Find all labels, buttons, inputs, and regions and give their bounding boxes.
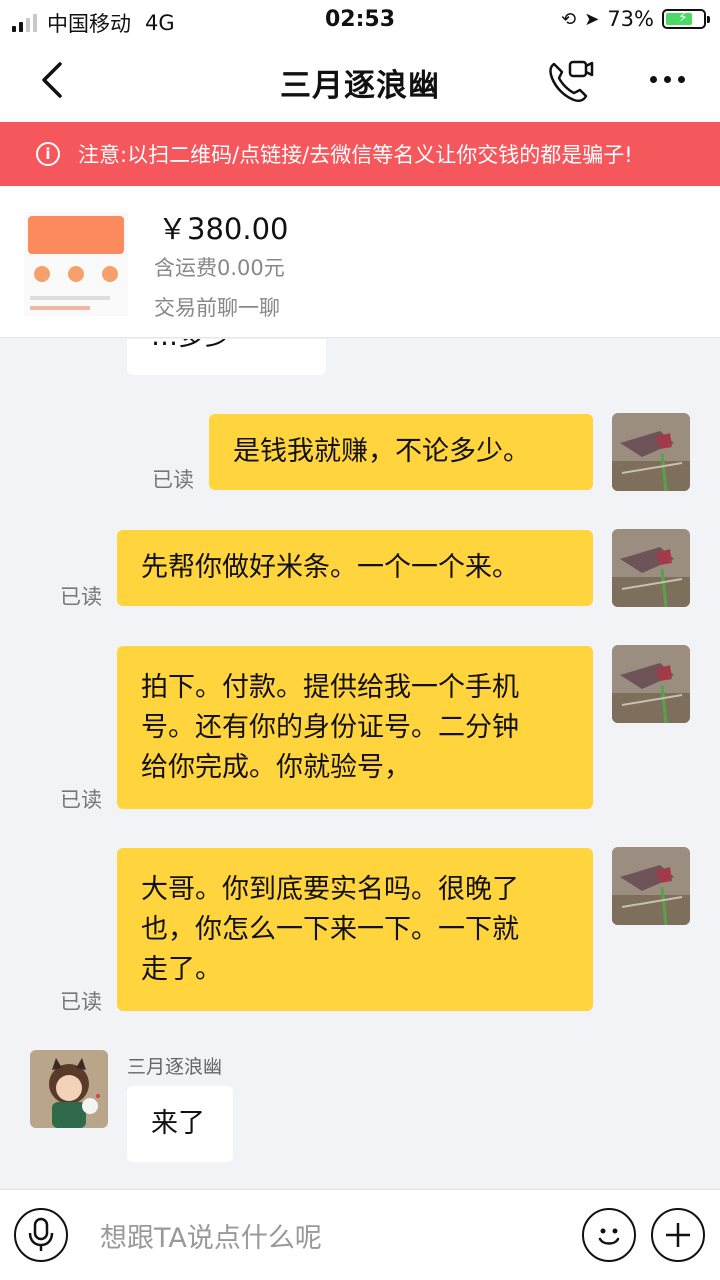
voice-button[interactable]: [14, 1208, 68, 1262]
read-status: 已读: [60, 585, 102, 609]
read-status: 已读: [152, 468, 194, 492]
battery-percent: 73%: [607, 7, 654, 31]
message-text: 来了: [151, 1108, 205, 1139]
product-card[interactable]: ￥380.00 含运费0.00元 交易前聊一聊: [0, 186, 720, 338]
chat-prompt: 交易前聊一聊: [154, 296, 280, 320]
message-bubble-outgoing[interactable]: 拍下。付款。提供给我一个手机 号。还有你的身份证号。二分钟 给你完成。你就验号，: [117, 646, 593, 809]
warning-text: 注意:以扫二维码/点链接/去微信等名义让你交钱的都是骗子!: [78, 143, 633, 167]
product-thumbnail[interactable]: [24, 212, 128, 316]
product-price: ￥380.00: [158, 212, 289, 246]
message-bubble-incoming[interactable]: 来了: [127, 1086, 233, 1162]
read-status: 已读: [60, 788, 102, 812]
shipping-fee: 含运费0.00元: [154, 256, 285, 280]
battery-icon: ⚡: [662, 9, 710, 29]
message-text: …多少: [151, 339, 232, 352]
my-avatar[interactable]: [612, 529, 690, 607]
microphone-icon: [28, 1217, 54, 1251]
message-text: 先帮你做好米条。一个一个来。: [141, 552, 519, 583]
my-avatar[interactable]: [612, 847, 690, 925]
more-options-button[interactable]: [650, 76, 685, 83]
message-bubble-incoming[interactable]: …多少: [127, 339, 326, 375]
add-attachment-button[interactable]: [651, 1208, 705, 1262]
plus-icon: [666, 1223, 690, 1247]
seller-avatar[interactable]: [30, 1050, 108, 1128]
phone-video-icon: [549, 60, 594, 103]
fraud-warning-banner: i 注意:以扫二维码/点链接/去微信等名义让你交钱的都是骗子!: [0, 122, 720, 186]
read-status: 已读: [60, 990, 102, 1014]
nav-bar: 三月逐浪幽: [0, 40, 720, 122]
emoji-button[interactable]: [582, 1208, 636, 1262]
my-avatar[interactable]: [612, 413, 690, 491]
chat-area[interactable]: …多少 已读 是钱我就赚，不论多少。 已读 先帮你做好米条。一个一个来。 已读 …: [0, 339, 720, 1189]
message-input[interactable]: 想跟TA说点什么呢: [100, 1216, 322, 1255]
message-line: 号。还有你的身份证号。二分钟: [141, 712, 519, 743]
status-bar: 中国移动 4G 02:53 ⟲ ➤ 73% ⚡: [0, 0, 720, 40]
message-bubble-outgoing[interactable]: 先帮你做好米条。一个一个来。: [117, 530, 593, 606]
smiley-icon: [598, 1228, 620, 1245]
video-call-button[interactable]: [546, 58, 594, 104]
message-bubble-outgoing[interactable]: 大哥。你到底要实名吗。很晚了 也，你怎么一下来一下。一下就 走了。: [117, 848, 593, 1011]
location-icon: ➤: [584, 8, 600, 30]
message-bubble-outgoing[interactable]: 是钱我就赚，不论多少。: [209, 414, 593, 490]
rotation-lock-icon: ⟲: [561, 8, 577, 30]
info-icon: i: [36, 142, 60, 166]
input-bar: 想跟TA说点什么呢: [0, 1189, 720, 1280]
message-line: 拍下。付款。提供给我一个手机: [141, 672, 519, 703]
message-text: 是钱我就赚，不论多少。: [233, 436, 530, 467]
sender-name: 三月逐浪幽: [127, 1056, 223, 1078]
message-line: 给你完成。你就验号，: [141, 752, 411, 783]
my-avatar[interactable]: [612, 645, 690, 723]
message-line: 走了。: [141, 954, 222, 985]
message-line: 大哥。你到底要实名吗。很晚了: [141, 874, 519, 905]
message-line: 也，你怎么一下来一下。一下就: [141, 914, 519, 945]
page-title: 三月逐浪幽: [280, 68, 440, 104]
